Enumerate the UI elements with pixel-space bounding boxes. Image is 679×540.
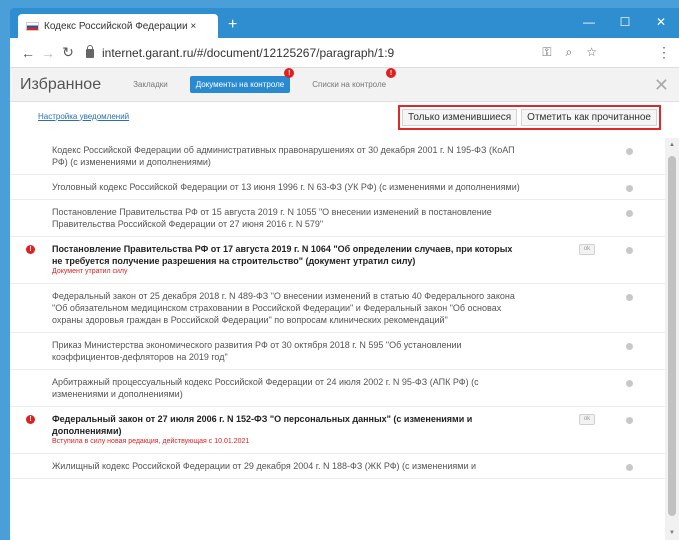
list-toolbar: Настройка уведомлений Только изменившиес… <box>10 102 679 130</box>
close-panel-icon[interactable]: ✕ <box>654 75 669 96</box>
browser-menu-icon[interactable]: ⋮ <box>657 44 671 61</box>
document-row[interactable]: Арбитражный процессуальный кодекс Россий… <box>10 370 665 407</box>
read-status-dot-icon[interactable] <box>626 380 633 387</box>
lock-icon <box>86 45 94 58</box>
tab-label: Документы на контроле <box>195 80 285 89</box>
tab-documents-on-control[interactable]: Документы на контроле! <box>189 68 295 93</box>
document-list: Кодекс Российской Федерации об администр… <box>10 138 665 540</box>
minimize-button[interactable]: — <box>571 8 607 36</box>
back-arrow-icon[interactable]: ← <box>18 45 38 61</box>
tab-bookmarks[interactable]: Закладки <box>127 76 174 93</box>
document-title[interactable]: Федеральный закон от 25 декабря 2018 г. … <box>52 291 515 325</box>
read-status-dot-icon[interactable] <box>626 210 633 217</box>
window-controls: — ☐ ✕ <box>571 8 679 38</box>
read-status-dot-icon[interactable] <box>626 343 633 350</box>
highlighted-button-group: Только изменившиеся Отметить как прочита… <box>398 105 661 130</box>
read-status-dot-icon[interactable] <box>626 464 633 471</box>
document-title[interactable]: Постановление Правительства РФ от 15 авг… <box>52 207 492 229</box>
tab-label: Закладки <box>133 80 168 89</box>
document-title[interactable]: Постановление Правительства РФ от 17 авг… <box>52 244 512 266</box>
document-row[interactable]: ! Федеральный закон от 27 июля 2006 г. N … <box>10 407 665 454</box>
favorites-header: Избранное Закладки Документы на контроле… <box>10 68 679 102</box>
scroll-up-arrow-icon[interactable]: ▲ <box>665 138 679 152</box>
document-row[interactable]: Кодекс Российской Федерации об администр… <box>10 138 665 175</box>
document-row[interactable]: Приказ Министерства экономического разви… <box>10 333 665 370</box>
browser-tab[interactable]: Кодекс Российской Федерации × <box>18 14 218 38</box>
alert-icon: ! <box>26 415 35 424</box>
notification-badge: ! <box>386 68 397 78</box>
tab-title: Кодекс Российской Федерации × <box>44 20 197 32</box>
read-status-dot-icon[interactable] <box>626 417 633 424</box>
maximize-button[interactable]: ☐ <box>607 8 643 36</box>
document-title[interactable]: Кодекс Российской Федерации об администр… <box>52 145 515 167</box>
alert-icon: ! <box>26 245 35 254</box>
document-status: Вступила в силу новая редакция, действую… <box>52 438 250 445</box>
tab-strip: Кодекс Российской Федерации × + — ☐ ✕ <box>10 8 679 38</box>
document-row[interactable]: Уголовный кодекс Российской Федерации от… <box>10 175 665 200</box>
scrollbar[interactable]: ▲ ▼ <box>665 138 679 540</box>
document-title[interactable]: Арбитражный процессуальный кодекс Россий… <box>52 377 479 399</box>
document-row[interactable]: Жилищный кодекс Российской Федерации от … <box>10 454 665 479</box>
address-bar-icons: ⚿ ⌕ ☆ <box>542 45 597 60</box>
url-field[interactable]: internet.garant.ru/#/document/12125267/p… <box>78 45 542 60</box>
document-status: Документ утратил силу <box>52 268 128 275</box>
document-title[interactable]: Жилищный кодекс Российской Федерации от … <box>52 461 476 471</box>
zoom-icon[interactable]: ⌕ <box>566 45 573 60</box>
document-title[interactable]: Уголовный кодекс Российской Федерации от… <box>52 182 520 192</box>
page-title: Избранное <box>20 75 102 93</box>
notification-badge: ! <box>284 68 295 78</box>
scrollbar-thumb[interactable] <box>668 156 676 516</box>
russia-flag-icon <box>26 21 39 31</box>
browser-window: Кодекс Российской Федерации × + — ☐ ✕ ← … <box>10 8 679 540</box>
document-row[interactable]: ! Постановление Правительства РФ от 17 ав… <box>10 237 665 284</box>
document-title[interactable]: Приказ Министерства экономического разви… <box>52 340 462 362</box>
read-status-dot-icon[interactable] <box>626 185 633 192</box>
new-tab-button[interactable]: + <box>228 16 237 34</box>
document-title[interactable]: Федеральный закон от 27 июля 2006 г. N 1… <box>52 414 472 436</box>
acknowledge-button[interactable]: ok <box>579 414 595 425</box>
forward-arrow-icon[interactable]: → <box>38 45 58 61</box>
reload-icon[interactable]: ↻ <box>58 44 78 61</box>
mark-as-read-button[interactable]: Отметить как прочитанное <box>521 109 657 126</box>
tab-label: Списки на контроле <box>312 80 387 89</box>
notification-settings-link[interactable]: Настройка уведомлений <box>38 112 129 121</box>
document-row[interactable]: Федеральный закон от 25 декабря 2018 г. … <box>10 284 665 333</box>
tab-lists-on-control[interactable]: Списки на контроле! <box>306 68 397 93</box>
only-changed-button[interactable]: Только изменившиеся <box>402 109 518 126</box>
bookmark-star-icon[interactable]: ☆ <box>586 45 597 60</box>
acknowledge-button[interactable]: ok <box>579 244 595 255</box>
url-text: internet.garant.ru/#/document/12125267/p… <box>102 45 395 60</box>
scroll-down-arrow-icon[interactable]: ▼ <box>665 526 679 540</box>
read-status-dot-icon[interactable] <box>626 294 633 301</box>
key-icon[interactable]: ⚿ <box>542 45 551 60</box>
read-status-dot-icon[interactable] <box>626 247 633 254</box>
document-row[interactable]: Постановление Правительства РФ от 15 авг… <box>10 200 665 237</box>
read-status-dot-icon[interactable] <box>626 148 633 155</box>
window-close-button[interactable]: ✕ <box>643 8 679 36</box>
address-bar: ← → ↻ internet.garant.ru/#/document/1212… <box>10 38 679 68</box>
